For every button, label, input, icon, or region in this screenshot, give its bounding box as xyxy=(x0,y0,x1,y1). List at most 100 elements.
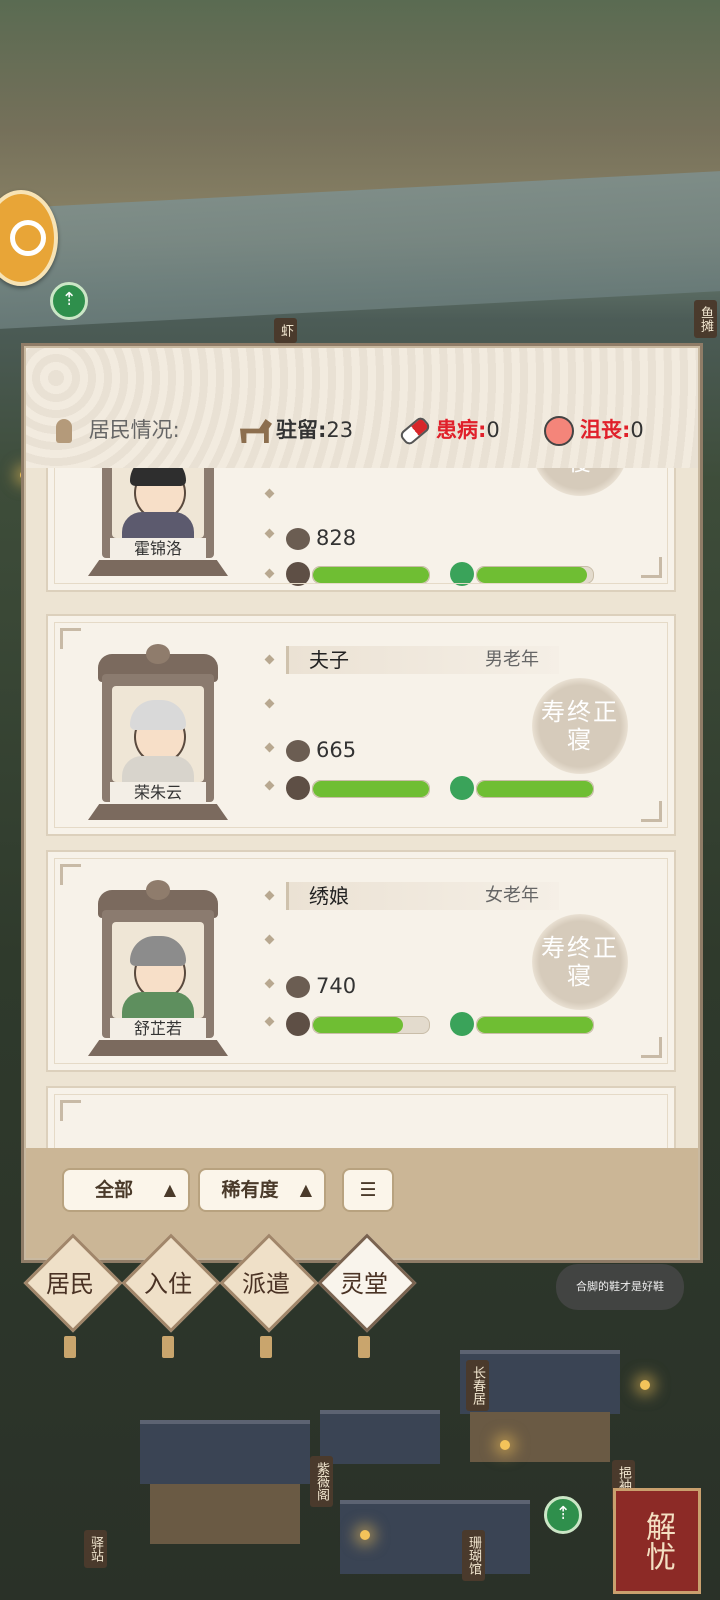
leaf-icon xyxy=(450,1012,474,1036)
help-button[interactable]: 解忧 xyxy=(613,1488,701,1594)
filter-rarity-button[interactable]: 稀有度 ▲ xyxy=(198,1168,326,1212)
health-bar xyxy=(286,562,436,586)
tab-residents[interactable]: 居民 xyxy=(23,1233,123,1358)
leaf-icon xyxy=(450,562,474,586)
wealth-value: 665 xyxy=(316,738,357,762)
tab-label: 派遣 xyxy=(242,1270,290,1298)
resident-portrait xyxy=(112,468,204,538)
map-sign[interactable]: 驿站 xyxy=(84,1530,107,1568)
sad-face-icon xyxy=(544,416,574,446)
depressed-value: 0 xyxy=(630,418,644,442)
residents-summary: 居民情况: xyxy=(56,412,180,448)
depressed-label: 沮丧 xyxy=(580,418,622,442)
resident-card[interactable] xyxy=(46,1086,676,1148)
resident-card[interactable]: 舒芷若 绣娘 女老年 740 寿终正寝 xyxy=(46,850,676,1072)
health-fill xyxy=(313,1017,404,1033)
status-seal: 寿终正寝 xyxy=(532,914,628,1010)
sort-icon: ☰ xyxy=(359,1179,377,1201)
map-sign[interactable]: 鱼摊 xyxy=(694,300,717,338)
wealth-icon xyxy=(286,976,310,998)
resident-portrait xyxy=(112,922,204,1018)
wealth-stat: 828 xyxy=(286,524,356,552)
wealth-icon xyxy=(286,528,310,550)
corner-ornament xyxy=(641,1037,662,1058)
resident-portrait xyxy=(112,686,204,782)
chevron-up-icon: ▲ xyxy=(163,1180,176,1199)
lantern xyxy=(360,1530,370,1540)
sick-value: 0 xyxy=(486,418,500,442)
depressed-stat: 沮丧:0 xyxy=(544,412,644,448)
mood-fill xyxy=(477,781,593,797)
tab-label: 入住 xyxy=(144,1270,192,1298)
wealth-icon xyxy=(286,740,310,762)
portrait-frame: 霍锦洛 xyxy=(88,468,228,578)
building-roof xyxy=(140,1420,310,1484)
map-sign[interactable]: 虾 xyxy=(274,318,297,343)
tab-dispatch[interactable]: 派遣 xyxy=(219,1233,319,1358)
resident-card[interactable]: 霍锦洛 828 寿终正寝 xyxy=(46,468,676,592)
mood-bar xyxy=(450,1012,600,1036)
wealth-stat: 740 xyxy=(286,972,356,1000)
mood-bar xyxy=(450,776,600,800)
map-sign[interactable]: 紫薇阁 xyxy=(310,1456,333,1507)
help-button-label: 解忧 xyxy=(640,1511,675,1571)
corner-ornament xyxy=(60,628,81,649)
mood-fill xyxy=(477,1017,593,1033)
building-roof xyxy=(320,1410,440,1464)
map-quest-badge[interactable]: ⇡ xyxy=(50,282,88,320)
resident-name: 舒芷若 xyxy=(110,1018,206,1040)
occupation-bar: 夫子 男老年 xyxy=(286,646,559,674)
map-quest-badge[interactable]: ⇡ xyxy=(544,1496,582,1534)
lantern xyxy=(640,1380,650,1390)
resident-panel: 居民情况: 驻留:23 患病:0 沮丧:0 霍锦洛 828 荣朱云 夫子 男老年… xyxy=(24,346,700,1260)
occupation: 绣娘 xyxy=(309,884,349,908)
tab-label: 灵堂 xyxy=(340,1270,388,1298)
status-seal: 寿终正寝 xyxy=(532,678,628,774)
seal-text: 寿终正寝 xyxy=(541,934,619,990)
corner-ornament xyxy=(641,557,662,578)
tab-move-in[interactable]: 入住 xyxy=(121,1233,221,1358)
panel-header: 居民情况: 驻留:23 患病:0 沮丧:0 xyxy=(26,348,698,468)
filter-rarity-label: 稀有度 xyxy=(221,1179,279,1201)
chevron-up-icon: ▲ xyxy=(299,1180,312,1199)
mood-fill xyxy=(477,567,588,583)
pill-icon xyxy=(398,415,432,447)
tab-label: 居民 xyxy=(46,1270,94,1298)
sick-label: 患病 xyxy=(436,418,478,442)
sort-order-button[interactable]: ☰ xyxy=(342,1168,394,1212)
river xyxy=(0,171,720,329)
map-sign[interactable]: 长春居 xyxy=(466,1360,489,1411)
resident-name: 霍锦洛 xyxy=(110,538,206,560)
resident-card[interactable]: 荣朱云 夫子 男老年 665 寿终正寝 xyxy=(46,614,676,836)
tab-memorial-hall[interactable]: 灵堂 xyxy=(317,1233,417,1358)
occupation: 夫子 xyxy=(309,648,349,672)
filter-all-button[interactable]: 全部 ▲ xyxy=(62,1168,190,1212)
sick-stat: 患病:0 xyxy=(398,412,500,448)
residents-label: 居民情况: xyxy=(88,418,180,442)
health-fill xyxy=(313,781,429,797)
resident-name: 荣朱云 xyxy=(110,782,206,804)
filter-all-label: 全部 xyxy=(94,1179,133,1201)
map-sign[interactable]: 珊瑚馆 xyxy=(462,1530,485,1581)
resident-list[interactable]: 霍锦洛 828 寿终正寝 xyxy=(46,468,676,1148)
age-group: 男老年 xyxy=(485,649,539,670)
horse-icon xyxy=(240,419,272,443)
corner-ornament xyxy=(60,1100,81,1121)
status-seal: 寿终正寝 xyxy=(532,468,628,496)
health-fill xyxy=(313,567,429,583)
lantern xyxy=(500,1440,510,1450)
health-bar xyxy=(286,776,436,800)
age-group: 女老年 xyxy=(485,885,539,906)
status-row: 居民情况: 驻留:23 患病:0 沮丧:0 xyxy=(56,412,696,448)
seal-text: 寿终正寝 xyxy=(532,468,628,476)
heart-icon xyxy=(286,776,310,800)
leaf-icon xyxy=(450,776,474,800)
occupation-bar: 绣娘 女老年 xyxy=(286,882,559,910)
wealth-value: 740 xyxy=(316,974,357,998)
seal-text: 寿终正寝 xyxy=(541,698,619,754)
heart-icon xyxy=(286,562,310,586)
portrait-frame: 荣朱云 xyxy=(88,644,228,822)
stay-label: 驻留 xyxy=(276,418,318,442)
building-wall xyxy=(470,1412,610,1462)
health-bar xyxy=(286,1012,436,1036)
